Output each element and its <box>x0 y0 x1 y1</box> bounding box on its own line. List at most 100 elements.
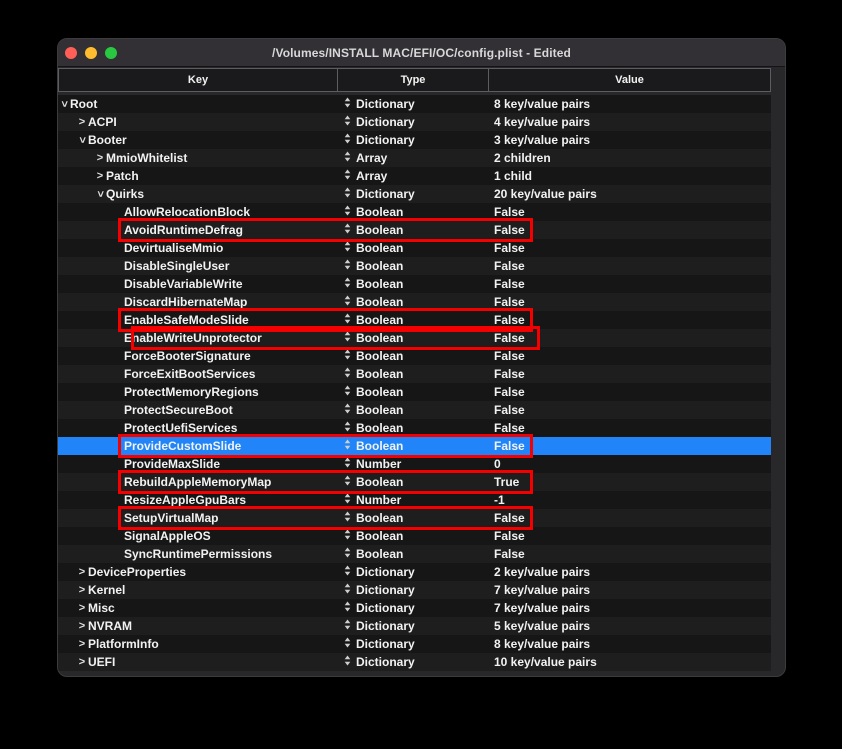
value-cell[interactable]: 8 key/value pairs <box>488 637 771 651</box>
type-cell[interactable]: Boolean <box>337 205 488 219</box>
value-cell[interactable]: 7 key/value pairs <box>488 601 771 615</box>
type-popup-stepper-icon[interactable] <box>344 97 351 111</box>
plist-row-EnableWriteUnprotector[interactable]: EnableWriteUnprotectorBooleanFalse <box>58 329 771 347</box>
value-cell[interactable]: False <box>488 331 771 345</box>
type-cell[interactable]: Dictionary <box>337 619 488 633</box>
type-cell[interactable]: Dictionary <box>337 187 488 201</box>
type-popup-stepper-icon[interactable] <box>344 223 351 237</box>
type-popup-stepper-icon[interactable] <box>344 295 351 309</box>
type-cell[interactable]: Boolean <box>337 259 488 273</box>
disclosure-chevron-icon[interactable]: > <box>58 98 71 110</box>
value-cell[interactable]: False <box>488 421 771 435</box>
plist-row-AllowRelocationBlock[interactable]: AllowRelocationBlockBooleanFalse <box>58 203 771 221</box>
value-cell[interactable]: False <box>488 529 771 543</box>
plist-row-ProtectMemoryRegions[interactable]: ProtectMemoryRegionsBooleanFalse <box>58 383 771 401</box>
value-cell[interactable]: False <box>488 277 771 291</box>
plist-row-Root[interactable]: >RootDictionary8 key/value pairs <box>58 95 771 113</box>
type-popup-stepper-icon[interactable] <box>344 403 351 417</box>
type-popup-stepper-icon[interactable] <box>344 457 351 471</box>
type-popup-stepper-icon[interactable] <box>344 475 351 489</box>
disclosure-chevron-icon[interactable]: > <box>76 565 88 579</box>
value-cell[interactable]: False <box>488 349 771 363</box>
plist-row-SignalAppleOS[interactable]: SignalAppleOSBooleanFalse <box>58 527 771 545</box>
value-cell[interactable]: 7 key/value pairs <box>488 583 771 597</box>
value-cell[interactable]: -1 <box>488 493 771 507</box>
type-cell[interactable]: Boolean <box>337 313 488 327</box>
type-cell[interactable]: Boolean <box>337 547 488 561</box>
type-cell[interactable]: Boolean <box>337 421 488 435</box>
type-cell[interactable]: Boolean <box>337 475 488 489</box>
type-popup-stepper-icon[interactable] <box>344 205 351 219</box>
disclosure-chevron-icon[interactable]: > <box>76 655 88 669</box>
value-cell[interactable]: False <box>488 223 771 237</box>
plist-row-DisableSingleUser[interactable]: DisableSingleUserBooleanFalse <box>58 257 771 275</box>
value-cell[interactable]: False <box>488 259 771 273</box>
value-cell[interactable]: 20 key/value pairs <box>488 187 771 201</box>
plist-row-AvoidRuntimeDefrag[interactable]: AvoidRuntimeDefragBooleanFalse <box>58 221 771 239</box>
plist-row-MmioWhitelist[interactable]: >MmioWhitelistArray2 children <box>58 149 771 167</box>
type-popup-stepper-icon[interactable] <box>344 115 351 129</box>
plist-row-SetupVirtualMap[interactable]: SetupVirtualMapBooleanFalse <box>58 509 771 527</box>
plist-row-ResizeAppleGpuBars[interactable]: ResizeAppleGpuBarsNumber-1 <box>58 491 771 509</box>
type-cell[interactable]: Dictionary <box>337 133 488 147</box>
value-cell[interactable]: False <box>488 403 771 417</box>
disclosure-chevron-icon[interactable]: > <box>76 637 88 651</box>
value-cell[interactable]: False <box>488 313 771 327</box>
disclosure-chevron-icon[interactable]: > <box>93 188 107 200</box>
type-popup-stepper-icon[interactable] <box>344 421 351 435</box>
close-button[interactable] <box>65 47 77 59</box>
plist-row-DevirtualiseMmio[interactable]: DevirtualiseMmioBooleanFalse <box>58 239 771 257</box>
type-cell[interactable]: Boolean <box>337 529 488 543</box>
type-cell[interactable]: Dictionary <box>337 583 488 597</box>
type-cell[interactable]: Array <box>337 151 488 165</box>
type-cell[interactable]: Dictionary <box>337 655 488 669</box>
type-cell[interactable]: Boolean <box>337 241 488 255</box>
value-cell[interactable]: False <box>488 511 771 525</box>
type-cell[interactable]: Boolean <box>337 511 488 525</box>
type-popup-stepper-icon[interactable] <box>344 511 351 525</box>
type-popup-stepper-icon[interactable] <box>344 367 351 381</box>
disclosure-chevron-icon[interactable]: > <box>76 601 88 615</box>
type-cell[interactable]: Dictionary <box>337 115 488 129</box>
type-popup-stepper-icon[interactable] <box>344 259 351 273</box>
type-cell[interactable]: Dictionary <box>337 637 488 651</box>
plist-row-Booter[interactable]: >BooterDictionary3 key/value pairs <box>58 131 771 149</box>
type-popup-stepper-icon[interactable] <box>344 313 351 327</box>
plist-row-ForceExitBootServices[interactable]: ForceExitBootServicesBooleanFalse <box>58 365 771 383</box>
type-cell[interactable]: Boolean <box>337 223 488 237</box>
type-cell[interactable]: Boolean <box>337 403 488 417</box>
plist-row-ForceBooterSignature[interactable]: ForceBooterSignatureBooleanFalse <box>58 347 771 365</box>
type-popup-stepper-icon[interactable] <box>344 565 351 579</box>
plist-row-ProtectSecureBoot[interactable]: ProtectSecureBootBooleanFalse <box>58 401 771 419</box>
plist-row-PlatformInfo[interactable]: >PlatformInfoDictionary8 key/value pairs <box>58 635 771 653</box>
value-cell[interactable]: 4 key/value pairs <box>488 115 771 129</box>
type-cell[interactable]: Dictionary <box>337 97 488 111</box>
value-cell[interactable]: False <box>488 547 771 561</box>
column-header-type[interactable]: Type <box>338 69 489 91</box>
plist-row-NVRAM[interactable]: >NVRAMDictionary5 key/value pairs <box>58 617 771 635</box>
title-bar[interactable]: /Volumes/INSTALL MAC/EFI/OC/config.plist… <box>58 39 785 67</box>
type-cell[interactable]: Boolean <box>337 385 488 399</box>
plist-row-DiscardHibernateMap[interactable]: DiscardHibernateMapBooleanFalse <box>58 293 771 311</box>
type-popup-stepper-icon[interactable] <box>344 385 351 399</box>
value-cell[interactable]: False <box>488 295 771 309</box>
plist-row-Patch[interactable]: >PatchArray1 child <box>58 167 771 185</box>
type-popup-stepper-icon[interactable] <box>344 187 351 201</box>
value-cell[interactable]: 5 key/value pairs <box>488 619 771 633</box>
plist-row-Misc[interactable]: >MiscDictionary7 key/value pairs <box>58 599 771 617</box>
plist-row-ACPI[interactable]: >ACPIDictionary4 key/value pairs <box>58 113 771 131</box>
value-cell[interactable]: False <box>488 367 771 381</box>
plist-row-DisableVariableWrite[interactable]: DisableVariableWriteBooleanFalse <box>58 275 771 293</box>
zoom-button[interactable] <box>105 47 117 59</box>
type-popup-stepper-icon[interactable] <box>344 331 351 345</box>
type-popup-stepper-icon[interactable] <box>344 169 351 183</box>
plist-row-EnableSafeModeSlide[interactable]: EnableSafeModeSlideBooleanFalse <box>58 311 771 329</box>
type-cell[interactable]: Number <box>337 493 488 507</box>
type-popup-stepper-icon[interactable] <box>344 151 351 165</box>
disclosure-chevron-icon[interactable]: > <box>76 115 88 129</box>
plist-row-DeviceProperties[interactable]: >DevicePropertiesDictionary2 key/value p… <box>58 563 771 581</box>
type-cell[interactable]: Boolean <box>337 367 488 381</box>
plist-row-SyncRuntimePermissions[interactable]: SyncRuntimePermissionsBooleanFalse <box>58 545 771 563</box>
value-cell[interactable]: 1 child <box>488 169 771 183</box>
type-cell[interactable]: Array <box>337 169 488 183</box>
